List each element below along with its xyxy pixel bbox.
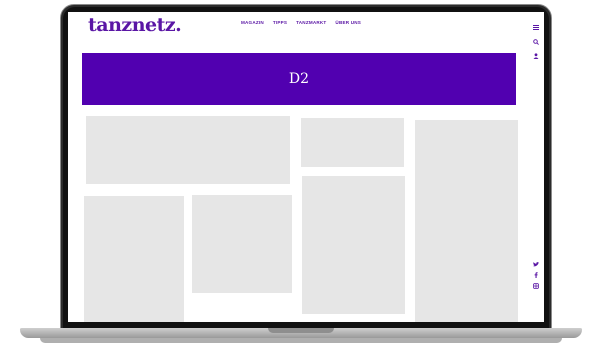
content-placeholder [192,195,292,293]
instagram-icon[interactable] [531,281,541,291]
hamburger-menu-icon[interactable] [531,22,541,32]
facebook-icon[interactable] [531,270,541,280]
laptop-screen: tanznetz. MAGAZIN TIPPS TANZMARKT ÜBER U… [68,12,544,322]
nav-item-ueber-uns[interactable]: ÜBER UNS [335,20,361,25]
site-logo[interactable]: tanznetz. [88,14,182,36]
content-placeholder [415,120,518,322]
main-nav: MAGAZIN TIPPS TANZMARKT ÜBER UNS [241,20,361,25]
laptop-notch [268,328,334,333]
nav-item-tanzmarkt[interactable]: TANZMARKT [296,20,326,25]
content-placeholder [84,196,184,322]
nav-item-magazin[interactable]: MAGAZIN [241,20,264,25]
banner-label: D2 [288,71,310,87]
content-placeholder [86,116,290,184]
nav-item-tipps[interactable]: TIPPS [273,20,287,25]
laptop-base-shadow [40,338,562,343]
twitter-icon[interactable] [531,259,541,269]
ad-banner[interactable]: D2 [82,53,516,105]
user-icon[interactable] [531,51,541,61]
content-placeholder [302,176,405,314]
content-placeholder [301,118,404,167]
search-icon[interactable] [531,37,541,47]
